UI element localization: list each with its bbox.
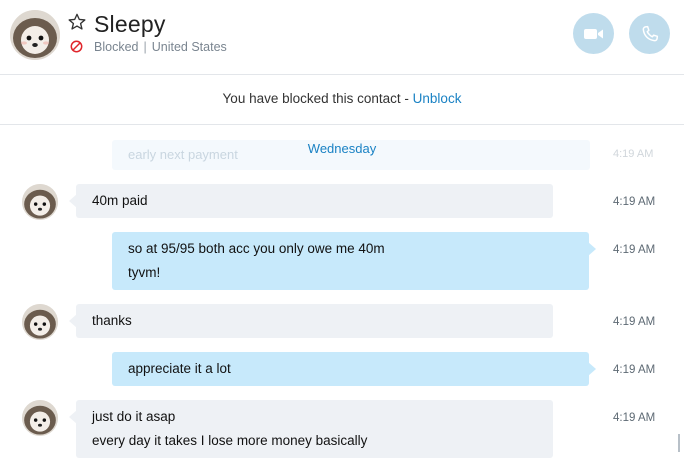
contact-status: Blocked | United States — [94, 40, 227, 54]
incoming-message[interactable]: 40m paid — [69, 184, 553, 218]
hedgehog-avatar-icon — [22, 304, 58, 340]
outgoing-message[interactable]: so at 95/95 both acc you only owe me 40m… — [112, 232, 596, 290]
hedgehog-avatar-icon — [22, 400, 58, 436]
day-separator: Wednesday — [307, 141, 377, 156]
incoming-message[interactable]: just do it asap every day it takes I los… — [69, 400, 553, 458]
avatar[interactable] — [22, 184, 58, 220]
video-call-button[interactable] — [573, 13, 614, 54]
message-time: 4:19 AM — [613, 196, 656, 208]
message-time: 4:19 AM — [613, 316, 656, 328]
phone-call-icon — [642, 25, 658, 41]
message-text: tyvm! — [128, 265, 161, 280]
message-time: 4:19 AM — [613, 364, 656, 376]
video-call-icon — [583, 28, 603, 39]
message-text: appreciate it a lot — [128, 361, 231, 376]
message-time: 4:19 AM — [613, 412, 656, 424]
hedgehog-avatar-icon — [10, 10, 60, 60]
star-outline-icon[interactable] — [68, 13, 86, 31]
contact-location: United States — [151, 40, 227, 54]
blocked-icon — [70, 40, 83, 53]
message-text: thanks — [92, 313, 132, 328]
message-list[interactable]: early next payment 4:19 AM Wednesday 40m… — [0, 126, 684, 461]
blocked-status-text: Blocked — [94, 40, 139, 54]
message-time: 4:19 AM — [613, 244, 656, 256]
message-text: every day it takes I lose more money bas… — [92, 433, 368, 448]
status-separator: | — [143, 40, 147, 54]
message-text: so at 95/95 both acc you only owe me 40m — [128, 241, 385, 256]
avatar[interactable] — [22, 304, 58, 340]
scrollbar-thumb[interactable] — [678, 434, 680, 452]
conversation-header: Sleepy Blocked | United States — [0, 0, 684, 75]
message-text: just do it asap — [92, 409, 176, 424]
contact-name[interactable]: Sleepy — [94, 11, 166, 38]
unblock-link[interactable]: Unblock — [413, 91, 462, 106]
incoming-message[interactable]: thanks — [69, 304, 553, 338]
audio-call-button[interactable] — [629, 13, 670, 54]
blocked-banner: You have blocked this contact - Unblock — [0, 75, 684, 125]
contact-avatar[interactable] — [10, 10, 60, 60]
hedgehog-avatar-icon — [22, 184, 58, 220]
outgoing-message[interactable]: appreciate it a lot — [112, 352, 596, 386]
blocked-banner-text: You have blocked this contact - — [222, 91, 413, 106]
message-text: 40m paid — [92, 193, 148, 208]
avatar[interactable] — [22, 400, 58, 436]
